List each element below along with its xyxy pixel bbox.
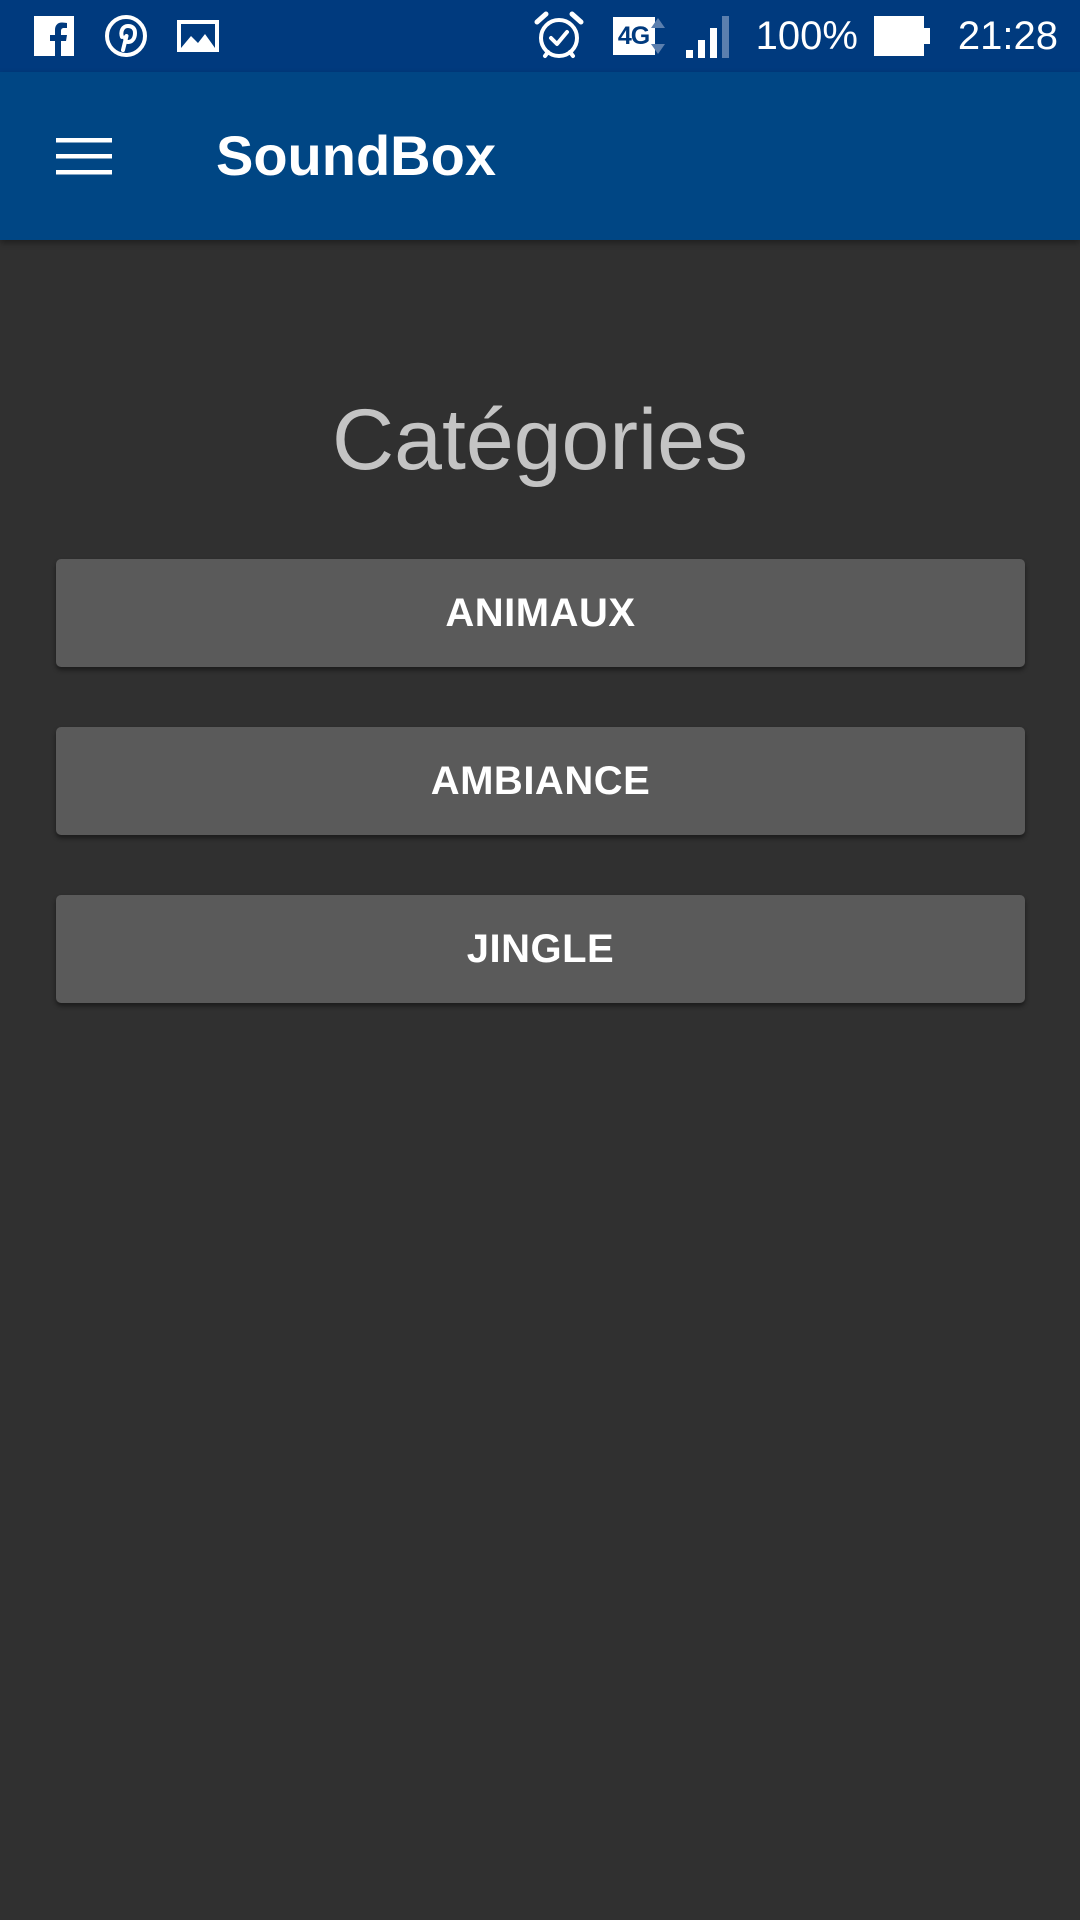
network-type-label: 4G: [612, 17, 655, 55]
app-title: SoundBox: [216, 124, 496, 187]
facebook-icon: [32, 14, 76, 58]
main-content: Catégories ANIMAUX AMBIANCE JINGLE: [0, 240, 1080, 1920]
system-status: 4G 100% 21:28: [532, 10, 1058, 62]
page-title: Catégories: [332, 392, 748, 488]
hamburger-menu-icon: [56, 138, 112, 175]
network-4g-icon: 4G: [600, 10, 668, 62]
gallery-icon: [176, 14, 220, 58]
clock: 21:28: [957, 13, 1058, 58]
notification-icons: [32, 14, 248, 58]
alarm-icon: [532, 10, 586, 62]
app-bar: SoundBox: [0, 72, 1080, 240]
pinterest-icon: [104, 14, 148, 58]
battery-percent: 100%: [755, 13, 858, 58]
data-activity-icon: [650, 18, 665, 54]
hamburger-menu-button[interactable]: [32, 116, 136, 196]
status-bar: 4G 100% 21:28: [0, 0, 1080, 72]
battery-icon: [872, 14, 932, 58]
signal-icon: [682, 10, 736, 62]
category-button-jingle[interactable]: JINGLE: [56, 895, 1025, 1003]
category-button-animaux[interactable]: ANIMAUX: [56, 559, 1025, 667]
category-button-ambiance[interactable]: AMBIANCE: [56, 727, 1025, 835]
